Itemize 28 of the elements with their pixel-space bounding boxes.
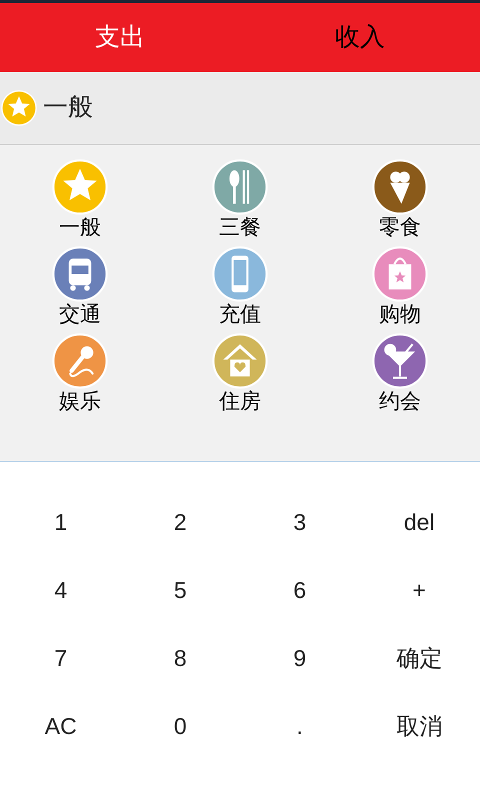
keypad-key[interactable]: 3 [240, 488, 360, 556]
keypad-key[interactable]: 确定 [360, 624, 479, 692]
selected-category-label: 一般 [43, 92, 93, 124]
tab[interactable]: 收入 [240, 3, 480, 72]
category-item[interactable]: 三餐 [160, 159, 320, 243]
category-item[interactable]: 娱乐 [0, 333, 160, 417]
keypad-key[interactable]: . [240, 692, 360, 760]
category-item[interactable]: 充值 [160, 246, 320, 330]
category-item[interactable]: 购物 [320, 246, 480, 330]
tab[interactable]: 支出 [0, 3, 240, 72]
keypad-key[interactable]: 8 [120, 624, 240, 692]
keypad-key[interactable]: del [360, 488, 479, 556]
category-item[interactable]: 零食 [320, 159, 480, 243]
category-item[interactable]: 约会 [320, 333, 480, 417]
keypad-key[interactable]: 取消 [360, 692, 479, 760]
keypad-key[interactable]: 4 [1, 556, 120, 624]
category-item[interactable]: 住房 [160, 333, 320, 417]
keypad-key[interactable]: 9 [240, 624, 360, 692]
keypad-key[interactable]: 0 [120, 692, 240, 760]
keypad-key[interactable]: 1 [1, 488, 120, 556]
keypad-key[interactable]: 5 [120, 556, 240, 624]
keypad-key[interactable]: 2 [120, 488, 240, 556]
keypad-key[interactable]: 6 [240, 556, 360, 624]
keypad-key[interactable]: + [360, 556, 479, 624]
category-item[interactable]: 一般 [0, 159, 160, 243]
keypad-key[interactable]: 7 [1, 624, 120, 692]
keypad-key[interactable]: AC [1, 692, 120, 760]
category-item[interactable]: 交通 [0, 246, 160, 330]
